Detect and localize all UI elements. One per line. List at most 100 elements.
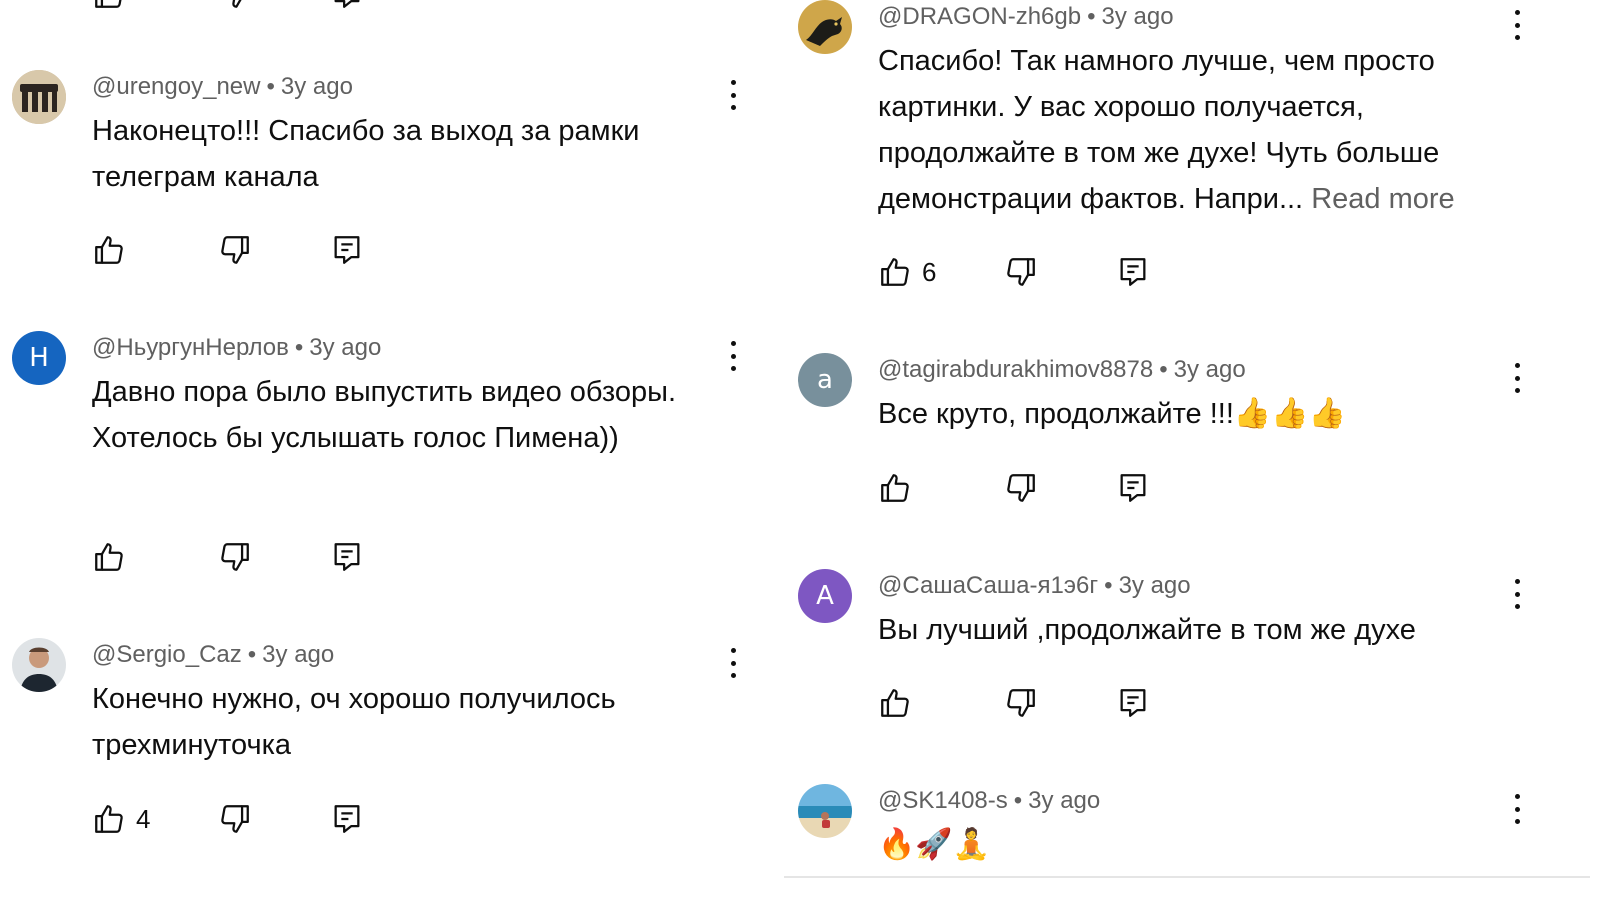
like-button[interactable] [92,0,218,11]
reply-button[interactable] [1116,686,1150,720]
more-vertical-icon[interactable] [1508,361,1526,395]
comment-author[interactable]: @СашаСаша-я1э6г [878,572,1098,599]
comment-time[interactable]: 3y ago [1119,572,1191,599]
avatar[interactable]: a [798,353,852,407]
dislike-button[interactable] [1004,471,1116,505]
reply-comment-icon [334,236,360,264]
dislike-button[interactable] [218,540,330,574]
thumb-down-icon [232,0,242,8]
person-photo-avatar [12,638,66,692]
more-vertical-icon[interactable] [1508,8,1526,42]
comment-time[interactable]: 3y ago [281,73,353,100]
thumb-down-icon [221,543,249,571]
more-vertical-icon[interactable] [1508,792,1526,826]
fire-rocket-yoga-emoji: 🔥🚀🧘 [878,827,991,862]
reply-button[interactable] [330,0,364,11]
thumb-up-icon [95,805,123,833]
thumb-up-icon [881,258,909,286]
dislike-button[interactable] [218,233,330,267]
like-button[interactable]: 6 [878,255,1004,289]
comment-time[interactable]: 3y ago [1174,356,1246,383]
reply-button[interactable] [330,233,364,267]
like-count: 4 [136,803,151,834]
avatar[interactable]: A [798,569,852,623]
comment-actions: 4 [92,799,364,839]
reply-comment-icon [334,543,360,571]
meta-separator: • [1087,3,1096,30]
avatar[interactable] [12,638,66,692]
comment-actions [878,683,1150,723]
comment-text: Конечно нужно, оч хорошо получилось трех… [92,683,616,761]
reply-comment-icon [1120,689,1146,717]
comment: a @tagirabdurakhimov8878 • 3y ago Все крут… [796,353,1596,553]
comment-time[interactable]: 3y ago [1102,3,1174,30]
meta-separator: • [294,334,304,361]
like-button[interactable] [92,233,218,267]
thumb-down-icon [1007,474,1035,502]
thumb-down-icon [1007,689,1035,717]
comments-column-right: @DRAGON-zh6gb • 3y ago Спасибо! Так намног… [784,0,1596,900]
meta-separator: • [247,641,257,668]
like-button[interactable] [878,686,1004,720]
thumb-up-icon [95,0,122,8]
avatar-letter: A [816,581,834,611]
thumb-up-icon [95,543,123,571]
dislike-button[interactable] [1004,686,1116,720]
comment-time[interactable]: 3y ago [262,641,334,668]
reply-button[interactable] [330,540,364,574]
comment-author[interactable]: @SK1408-s [878,787,1008,814]
meta-separator: • [1013,787,1023,814]
comment-text: Все круто, продолжайте !!! [878,398,1234,430]
comment-text: Вы лучший ,продолжайте в том же духе [878,614,1416,646]
comment-author[interactable]: @DRAGON-zh6gb [878,3,1081,30]
thumb-up-icon [881,689,909,717]
reply-comment-icon [334,0,360,8]
reply-button[interactable] [330,802,364,836]
comment-time[interactable]: 3y ago [309,334,381,361]
comment-actions [92,230,364,270]
comment: @SK1408-s • 3y ago 🔥🚀🧘 [784,784,1596,900]
comment: A @СашаСаша-я1э6г • 3y ago Вы лучший ,прод… [796,569,1596,769]
avatar-letter: Н [29,343,49,373]
dragon-photo-avatar [798,0,852,54]
more-vertical-icon[interactable] [724,646,742,680]
avatar[interactable]: Н [12,331,66,385]
dislike-button[interactable] [1004,255,1116,289]
reply-button[interactable] [1116,471,1150,505]
comment-author[interactable]: @НьургунНерлов [92,334,289,361]
beach-photo-avatar [798,784,852,838]
thumbs-up-emoji: 👍👍👍 [1233,396,1346,431]
comment-author[interactable]: @tagirabdurakhimov8878 [878,356,1153,383]
like-button[interactable] [92,540,218,574]
comments-column-left: @urengoy_new • 3y ago Наконецто!!! Спасибо… [0,0,780,900]
meta-separator: • [266,73,275,100]
read-more-link[interactable]: Read more [1311,183,1454,215]
avatar[interactable] [798,784,852,838]
more-vertical-icon[interactable] [1508,577,1526,611]
comment-time[interactable]: 3y ago [1028,787,1100,814]
comment-author[interactable]: @urengoy_new [92,73,260,100]
like-count: 6 [922,256,937,287]
comment-actions [92,537,364,577]
more-vertical-icon[interactable] [724,78,742,112]
avatar[interactable] [798,0,852,54]
meta-separator: • [1104,572,1113,599]
dislike-button[interactable] [218,802,330,836]
dislike-button[interactable] [218,0,330,11]
comment-author[interactable]: @Sergio_Caz [92,641,242,668]
reply-button[interactable] [1116,255,1150,289]
dark-bars-photo-avatar [12,70,66,124]
comment-actions: 6 [878,252,1150,292]
comment-text: Давно пора было выпустить видео обзоры. … [92,376,677,454]
meta-separator: • [1159,356,1168,383]
more-vertical-icon[interactable] [724,339,742,373]
avatar-letter: a [817,365,833,395]
reply-comment-icon [334,805,360,833]
like-button[interactable] [878,471,1004,505]
avatar[interactable] [12,70,66,124]
reply-comment-icon [1120,258,1146,286]
comment-text: Наконецто!!! Спасибо за выход за рамки т… [92,115,640,193]
like-button[interactable]: 4 [92,802,218,836]
thumb-up-icon [95,236,123,264]
reply-comment-icon [1120,474,1146,502]
